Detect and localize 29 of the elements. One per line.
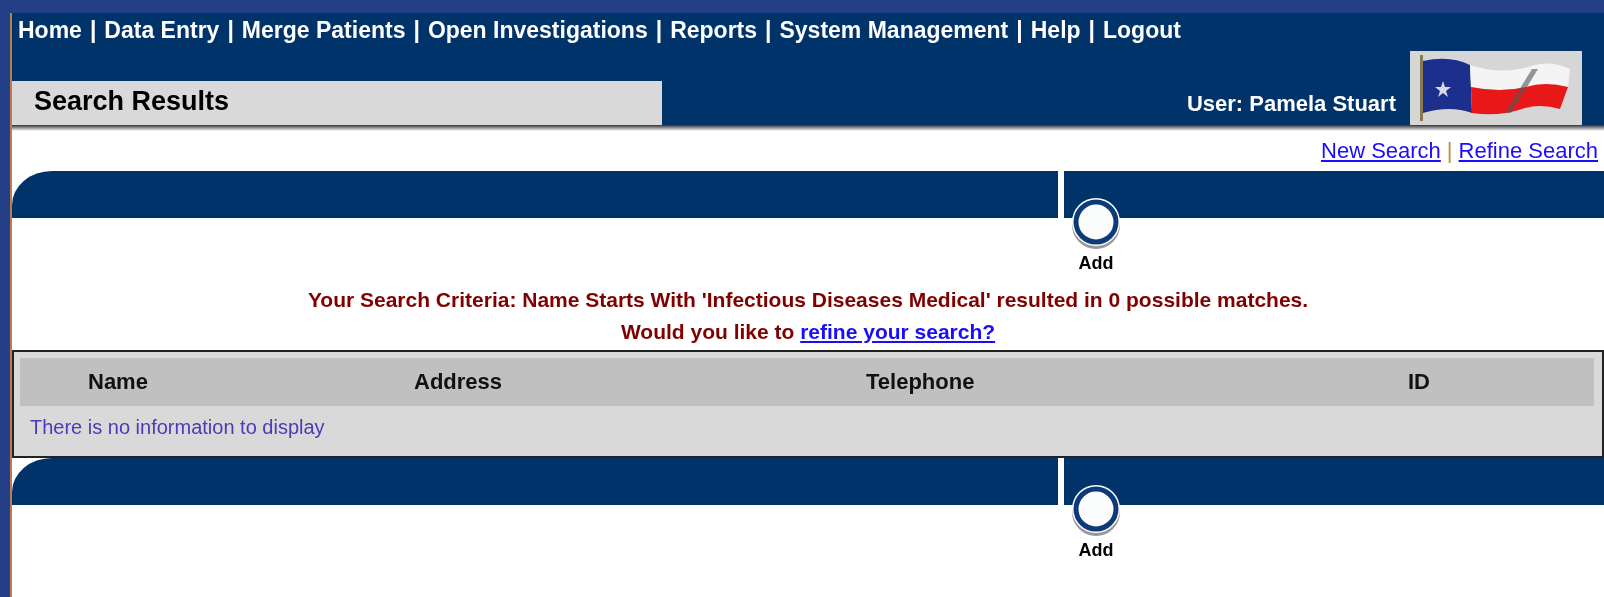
nav-separator: | <box>89 16 97 44</box>
nav-separator: | <box>413 16 420 44</box>
nav-link[interactable]: Data Entry <box>104 16 220 44</box>
empty-message: There is no information to display <box>29 415 326 439</box>
search-link[interactable]: New Search <box>1321 138 1441 164</box>
nav-link[interactable]: Help <box>1030 16 1081 44</box>
nav-separator: | <box>765 16 772 44</box>
column-header: ID <box>1408 369 1430 395</box>
nav-link[interactable]: Merge Patients <box>241 16 406 44</box>
column-header: Name <box>88 369 148 395</box>
nav-separator: | <box>227 16 234 44</box>
nav-separator: | <box>1088 16 1095 44</box>
user-name: User: Pamela Stuart <box>1186 91 1396 117</box>
link-separator: | <box>1446 138 1453 164</box>
flag-icon <box>1410 51 1582 125</box>
refine-prompt: Would you like to refine your search? <box>620 319 996 345</box>
search-link[interactable]: Refine Search <box>1458 138 1598 164</box>
search-criteria-text: Your Search Criteria: Name Starts With 'Infectious Diseases Medical' resulted in 0 possible matches. <box>306 287 1310 313</box>
nav-link[interactable]: System Management <box>779 16 1009 44</box>
nav-link[interactable]: Home <box>18 16 82 44</box>
nav-link[interactable]: Reports <box>670 16 758 44</box>
refine-link[interactable]: refine your search? <box>800 320 996 343</box>
nav-separator: | <box>1016 16 1023 44</box>
nav-link[interactable]: Logout <box>1103 16 1181 44</box>
column-header: Telephone <box>866 369 975 395</box>
nav-link[interactable]: Open Investigations <box>427 16 648 44</box>
nav-separator: | <box>655 16 663 44</box>
column-header: Address <box>414 369 503 395</box>
page-title: Search Results <box>12 81 662 125</box>
